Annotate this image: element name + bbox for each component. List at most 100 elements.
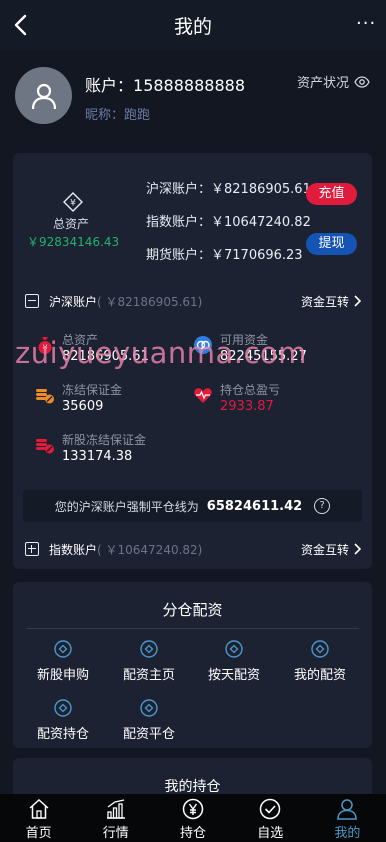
withdraw-button[interactable]: 提现 (306, 233, 357, 255)
allocation-card: 分仓配资 新股申购 配资主页 按天配资 我的配资 配资持仓 配资平仓 (13, 582, 372, 748)
metric-label: 总资产 (62, 333, 99, 347)
margin-positions-icon (54, 699, 72, 717)
bar-chart-icon (106, 799, 125, 819)
hs-account-amount: ( ￥82186905.61) (97, 294, 203, 309)
menu-item-label: 配资持仓 (36, 727, 89, 742)
account-summary-card: ¥ 总资产 ￥92834146.43 沪深账户：￥82186905.61 指数账… (13, 153, 372, 569)
menu-item-margin-close[interactable]: 配资平仓 (109, 699, 189, 749)
tab-label: 自选 (257, 826, 284, 841)
chevron-right-icon (354, 543, 361, 555)
menu-item-my-margin[interactable]: 我的配资 (280, 640, 360, 690)
metric-total-assets: ¥ 总资产 82186905.61 (35, 331, 185, 371)
total-assets-label: 总资产 (53, 217, 90, 231)
forced-liquidation-notice: 您的沪深账户强制平仓线为 65824611.42 ? (23, 490, 362, 522)
menu-item-label: 配资主页 (122, 668, 175, 683)
index-transfer-link[interactable]: 资金互转 (301, 541, 361, 558)
menu-item-daily-margin[interactable]: 按天配资 (194, 640, 274, 690)
account-value: 15888888888 (133, 76, 245, 95)
metric-label: 冻结保证金 (62, 383, 123, 397)
account-number: 账户：15888888888 (85, 72, 245, 96)
metric-value: 82245155.27 (220, 349, 307, 364)
tab-label: 持仓 (180, 826, 207, 841)
forced-liquidation-text: 您的沪深账户强制平仓线为 (54, 499, 199, 514)
margin-home-icon (140, 640, 158, 658)
menu-item-label: 按天配资 (207, 668, 260, 683)
index-account-name: 指数账户 (49, 542, 98, 557)
collapse-icon[interactable] (25, 294, 39, 308)
tab-market[interactable]: 行情 (77, 794, 154, 842)
sub-account-index: 指数账户：￥10647240.82 (146, 215, 311, 230)
tab-home[interactable]: 首页 (0, 794, 77, 842)
asset-status-link[interactable]: 资产状况 (297, 72, 370, 91)
back-arrow-icon[interactable] (10, 13, 34, 37)
check-circle-icon (259, 798, 281, 820)
metric-position-pnl: 持仓总盈亏 2933.87 (193, 381, 343, 421)
metric-label: 新股冻结保证金 (62, 433, 147, 447)
chevron-right-icon (354, 295, 361, 307)
my-margin-icon (311, 640, 329, 658)
tab-label: 首页 (25, 826, 52, 841)
coins-lock-icon (36, 389, 54, 404)
metric-label: 持仓总盈亏 (220, 383, 281, 397)
more-icon[interactable]: ··· (356, 14, 376, 34)
profile-section: 账户：15888888888 昵称：跑跑 资产状况 (0, 50, 386, 150)
tab-label: 行情 (102, 826, 129, 841)
sub-account-futures: 期货账户：￥7170696.23 (146, 248, 303, 263)
index-account-row[interactable]: 指数账户 ( ￥10647240.82) 资金互转 (25, 538, 361, 560)
tab-watchlist[interactable]: 自选 (232, 794, 309, 842)
svg-text:¥: ¥ (42, 344, 47, 353)
divider (26, 628, 359, 629)
account-label: 账户： (85, 76, 134, 95)
money-bag-icon: ¥ (38, 337, 52, 354)
help-icon[interactable]: ? (314, 498, 331, 514)
available-funds-icon (194, 336, 212, 354)
index-account-amount: ( ￥10647240.82) (97, 542, 203, 557)
tab-mine[interactable]: 我的 (309, 794, 386, 842)
top-bar: 我的 ··· (0, 0, 386, 50)
metric-value: 35609 (62, 399, 104, 414)
metric-available-funds: 可用资金 82245155.27 (193, 331, 343, 371)
ipo-subscribe-icon (54, 640, 72, 658)
metric-value: 82186905.61 (62, 349, 149, 364)
allocation-title: 分仓配资 (162, 601, 223, 619)
nickname-value: 跑跑 (124, 108, 151, 123)
tab-label: 我的 (334, 826, 361, 841)
margin-close-icon (140, 699, 158, 717)
metric-value: 2933.87 (220, 399, 274, 414)
yen-coin-icon (182, 798, 204, 820)
expand-icon[interactable] (25, 542, 39, 556)
menu-item-margin-home[interactable]: 配资主页 (109, 640, 189, 690)
total-assets-icon: ¥ (63, 192, 83, 212)
hs-account-row[interactable]: 沪深账户 ( ￥82186905.61) 资金互转 (25, 290, 361, 312)
menu-item-label: 配资平仓 (122, 727, 175, 742)
tab-positions[interactable]: 持仓 (154, 794, 231, 842)
svg-text:¥: ¥ (70, 199, 76, 209)
nickname-label: 昵称： (85, 108, 125, 123)
holdings-title: 我的持仓 (164, 779, 221, 795)
metric-frozen-margin: 冻结保证金 35609 (35, 381, 185, 421)
coins-lock-icon (36, 439, 54, 454)
daily-margin-icon (225, 640, 243, 658)
user-icon (31, 83, 56, 109)
menu-item-margin-positions[interactable]: 配资持仓 (23, 699, 103, 749)
page-title: 我的 (173, 15, 212, 38)
pulse-heart-icon (194, 388, 212, 403)
menu-item-ipo-subscribe[interactable]: 新股申购 (23, 640, 103, 690)
hs-transfer-link[interactable]: 资金互转 (301, 293, 361, 310)
nickname: 昵称：跑跑 (85, 104, 150, 123)
sub-account-hs: 沪深账户：￥82186905.61 (146, 182, 311, 197)
hs-transfer-label: 资金互转 (300, 294, 349, 309)
metric-ipo-frozen-margin: 新股冻结保证金 133174.38 (35, 431, 185, 471)
menu-item-label: 我的配资 (293, 668, 346, 683)
menu-item-label: 新股申购 (36, 668, 89, 683)
forced-liquidation-value: 65824611.42 (206, 498, 303, 514)
eye-icon[interactable] (354, 75, 370, 88)
avatar[interactable] (15, 67, 72, 124)
total-assets-value: ￥92834146.43 (27, 235, 120, 249)
recharge-button[interactable]: 充值 (306, 183, 357, 205)
asset-status-label: 资产状况 (296, 76, 349, 91)
metric-value: 133174.38 (62, 449, 133, 464)
user-icon (337, 799, 358, 820)
hs-account-name: 沪深账户 (49, 294, 98, 309)
bottom-tab-bar: 首页 行情 持仓 自选 我的 (0, 794, 386, 842)
